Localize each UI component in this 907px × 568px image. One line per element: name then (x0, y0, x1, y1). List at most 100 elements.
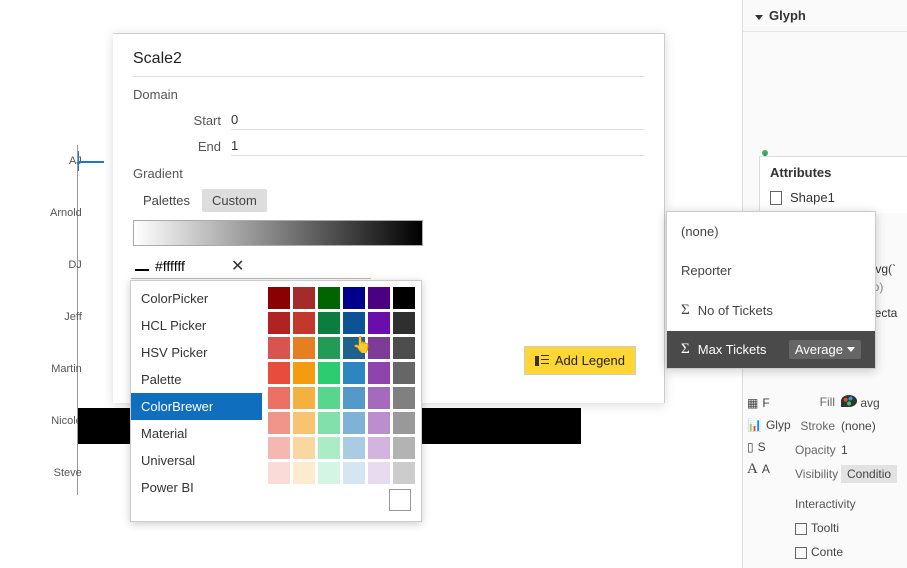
color-swatch[interactable] (393, 287, 415, 309)
color-swatch[interactable] (393, 437, 415, 459)
color-swatch[interactable] (293, 437, 315, 459)
color-swatch[interactable] (293, 412, 315, 434)
stroke-value[interactable]: (none) (841, 419, 907, 433)
shape-icon: ▯ (747, 440, 754, 454)
color-swatch[interactable] (393, 462, 415, 484)
color-swatch[interactable] (343, 287, 365, 309)
picker-item-hsv[interactable]: HSV Picker (131, 339, 262, 366)
popup-title: Scale2 (133, 50, 644, 68)
picker-item-palette[interactable]: Palette (131, 366, 262, 393)
color-swatch[interactable] (368, 312, 390, 334)
picker-item-universal[interactable]: Universal (131, 447, 262, 474)
list-item[interactable]: 📊Glyp (747, 414, 797, 436)
color-swatch[interactable] (343, 312, 365, 334)
color-swatch[interactable] (368, 387, 390, 409)
picker-item-colorpicker[interactable]: ColorPicker (131, 285, 262, 312)
opacity-value[interactable]: 1 (841, 443, 907, 457)
color-swatch[interactable] (368, 362, 390, 384)
color-swatch[interactable] (318, 337, 340, 359)
color-swatch[interactable] (368, 412, 390, 434)
ctx-item-none[interactable]: (none) (667, 212, 875, 251)
color-swatch[interactable] (343, 437, 365, 459)
shape-row[interactable]: Shape1 (770, 190, 897, 205)
picker-item-hcl[interactable]: HCL Picker (131, 312, 262, 339)
color-swatch[interactable] (343, 362, 365, 384)
style-attributes: Fill avg Stroke(none) Opacity1 Visibilit… (795, 390, 907, 564)
color-swatch[interactable] (368, 437, 390, 459)
tab-palettes[interactable]: Palettes (133, 189, 200, 212)
visibility-value[interactable]: Conditio (841, 467, 907, 481)
color-swatch[interactable] (293, 312, 315, 334)
y-axis-labels: AJ Arnold DJ Jeff Martin Nicole Steve (50, 155, 92, 519)
gradient-tabs: Palettes Custom (133, 189, 644, 212)
axis-label: Jeff (50, 311, 92, 363)
color-swatch[interactable] (293, 287, 315, 309)
glyph-section-header[interactable]: Glyph (743, 0, 907, 32)
color-swatch[interactable] (268, 287, 290, 309)
shape-name: Shape1 (790, 190, 835, 205)
picker-item-powerbi[interactable]: Power BI (131, 474, 262, 501)
hex-input[interactable] (155, 258, 225, 274)
color-swatch[interactable] (343, 387, 365, 409)
color-swatch[interactable] (318, 437, 340, 459)
color-swatch[interactable] (393, 337, 415, 359)
list-item[interactable]: AA (747, 458, 797, 480)
picker-item-material[interactable]: Material (131, 420, 262, 447)
color-swatch[interactable] (318, 412, 340, 434)
gradient-label: Gradient (133, 166, 644, 181)
tab-custom[interactable]: Custom (202, 189, 267, 212)
start-label: Start (173, 113, 221, 128)
interactivity-header: Interactivity (795, 497, 907, 511)
end-input[interactable]: 1 (231, 136, 644, 156)
color-swatch[interactable] (393, 362, 415, 384)
data-field-menu: (none) Reporter ΣNo of Tickets Σ Max Tic… (666, 211, 876, 369)
selected-swatch-preview[interactable] (389, 489, 411, 511)
color-picker-panel: ColorPicker HCL Picker HSV Picker Palett… (130, 280, 422, 522)
color-swatch[interactable] (318, 362, 340, 384)
ctx-item-no-tickets[interactable]: ΣNo of Tickets (667, 290, 875, 331)
sigma-icon: Σ (681, 302, 690, 319)
context-toggle[interactable]: Conte (795, 545, 907, 559)
color-swatch[interactable] (343, 462, 365, 484)
sigma-icon: Σ (681, 341, 690, 358)
color-swatch[interactable] (293, 387, 315, 409)
color-swatch[interactable] (393, 387, 415, 409)
color-swatch[interactable] (268, 387, 290, 409)
color-swatch[interactable] (318, 312, 340, 334)
color-swatch[interactable] (268, 462, 290, 484)
ctx-item-reporter[interactable]: Reporter (667, 251, 875, 290)
color-hex-row: ✕ (131, 254, 371, 279)
color-swatch[interactable] (268, 437, 290, 459)
color-swatch[interactable] (393, 312, 415, 334)
fill-value[interactable]: avg (841, 395, 907, 410)
color-swatch[interactable] (293, 337, 315, 359)
tooltip-toggle[interactable]: Toolti (795, 521, 907, 535)
color-swatch[interactable] (368, 462, 390, 484)
picker-item-colorbrewer[interactable]: ColorBrewer (131, 393, 262, 420)
clear-icon[interactable]: ✕ (231, 256, 244, 276)
color-swatch[interactable] (368, 337, 390, 359)
color-swatch[interactable] (393, 412, 415, 434)
color-swatch[interactable] (318, 287, 340, 309)
color-swatch[interactable] (293, 362, 315, 384)
ctx-item-max-tickets[interactable]: Σ Max Tickets Average (667, 331, 875, 368)
start-input[interactable]: 0 (231, 110, 644, 130)
color-swatch[interactable] (343, 412, 365, 434)
color-swatch[interactable] (268, 337, 290, 359)
color-swatch[interactable] (268, 312, 290, 334)
add-legend-button[interactable]: Add Legend (524, 346, 636, 375)
color-swatch[interactable] (318, 462, 340, 484)
color-swatch[interactable] (343, 337, 365, 359)
axis-label: Arnold (50, 207, 92, 259)
color-swatch-indicator[interactable] (135, 261, 149, 271)
color-swatch[interactable] (268, 412, 290, 434)
aggregate-dropdown[interactable]: Average (789, 340, 861, 359)
color-swatch[interactable] (268, 362, 290, 384)
color-swatch[interactable] (368, 287, 390, 309)
gradient-preview[interactable] (133, 220, 423, 246)
color-swatch[interactable] (293, 462, 315, 484)
add-legend-label: Add Legend (555, 353, 625, 368)
color-swatch[interactable] (318, 387, 340, 409)
list-item[interactable]: ▯S (747, 436, 797, 458)
list-item[interactable]: ▦F (747, 392, 797, 414)
